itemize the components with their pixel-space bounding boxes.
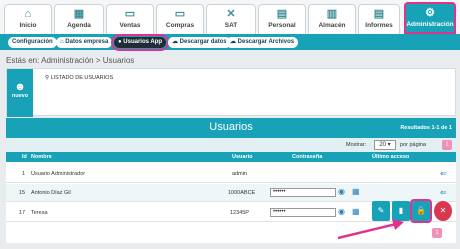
row-id: 17: [19, 210, 26, 216]
col-usuario[interactable]: Usuario: [232, 154, 252, 160]
tab-almacen[interactable]: ▥ Almacén: [308, 4, 356, 34]
row-user: 12345P: [230, 210, 249, 216]
breadcrumb: Estás en: Administración > Usuarios: [6, 56, 135, 65]
login-arrow-icon[interactable]: ⇐: [440, 169, 447, 178]
configuracion-button[interactable]: Configuración: [8, 37, 57, 48]
results-count: Resultados 1-1 de 1: [400, 125, 452, 131]
descargar-datos-button[interactable]: ☁ Descargar datos: [168, 37, 231, 48]
trash-icon: ▮: [398, 206, 404, 215]
cloud-icon: ☁: [230, 39, 238, 45]
edit-icon: ✎: [377, 206, 385, 215]
cash-icon: ▭: [124, 8, 136, 20]
delete-button[interactable]: ▮: [392, 201, 410, 221]
action-panel: ☻ nuevo ⚲ LISTADO DE USUARIOS: [6, 68, 456, 117]
row-name: Antonio Díaz Gil: [31, 190, 71, 196]
table-title: Usuarios: [209, 121, 253, 133]
datos-empresa-button[interactable]: ⌂ Datos empresa: [56, 37, 113, 48]
row-user: 1000ABCE: [228, 190, 256, 196]
close-button[interactable]: ✕: [434, 201, 452, 221]
password-field[interactable]: ••••••: [270, 208, 336, 217]
tab-ventas[interactable]: ▭ Ventas: [106, 4, 154, 34]
tools-icon: ✕: [226, 8, 236, 20]
descargar-archivos-button[interactable]: ☁ Descargar Archivos: [226, 37, 299, 48]
per-page-label: por página: [400, 142, 426, 148]
row-name: Usuario Administrador: [31, 171, 86, 177]
chart-icon: ▤: [373, 8, 385, 20]
eye-icon[interactable]: ◉: [338, 187, 345, 196]
tab-sat[interactable]: ✕ SAT: [206, 4, 256, 34]
calendar-icon[interactable]: ▦: [352, 207, 360, 216]
row-id: 15: [19, 190, 26, 196]
pagination-bar: Mostrar: 20 ▾ por página 1: [6, 138, 456, 152]
lock-icon: 🔒: [416, 206, 426, 215]
login-arrow-icon[interactable]: ⇐: [440, 188, 447, 197]
show-label: Mostrar:: [346, 142, 367, 148]
tab-agenda[interactable]: ▦ Agenda: [54, 4, 104, 34]
tab-informes[interactable]: ▤ Informes: [358, 4, 400, 34]
eye-icon[interactable]: ◉: [338, 207, 345, 216]
tab-compras[interactable]: ▭ Compras: [156, 4, 204, 34]
row-user: admin: [232, 171, 247, 177]
new-user-button[interactable]: ☻ nuevo: [7, 69, 33, 117]
list-users-link[interactable]: ⚲ LISTADO DE USUARIOS: [45, 75, 113, 81]
table-row[interactable]: 1 Usuario Administrador admin ⇐: [6, 165, 456, 183]
table-title-bar: Usuarios Resultados 1-1 de 1: [6, 118, 456, 138]
home-icon: ⌂: [24, 8, 32, 20]
tab-administracion[interactable]: ⚙ Administración: [404, 2, 456, 34]
users-table: Usuarios Resultados 1-1 de 1 Mostrar: 20…: [6, 118, 456, 243]
password-field[interactable]: ••••••: [270, 188, 336, 197]
col-ultimo-acceso[interactable]: Último acceso: [372, 154, 409, 160]
gears-icon: ⚙: [425, 7, 435, 19]
sub-toolbar: Configuración ⌂ Datos empresa ● Usuarios…: [0, 34, 460, 51]
cloud-icon: ☁: [172, 39, 180, 45]
col-id[interactable]: Id: [22, 154, 27, 160]
table-row[interactable]: 17 Teresa 12345P •••••• ◉ ▦ ✎ ▮ 🔒 ✕: [6, 199, 456, 223]
lock-button[interactable]: 🔒: [410, 199, 432, 223]
row-id: 1: [22, 171, 26, 177]
add-user-icon: ☻: [14, 81, 26, 93]
calendar-icon[interactable]: ▦: [352, 187, 360, 196]
person-card-icon: ▤: [276, 8, 288, 20]
calendar-icon: ▦: [73, 8, 85, 20]
cash-minus-icon: ▭: [174, 8, 186, 20]
row-name: Teresa: [31, 210, 48, 216]
edit-button[interactable]: ✎: [372, 201, 390, 221]
main-nav: ⌂ Inicio ▦ Agenda ▭ Ventas ▭ Compras ✕ S…: [0, 0, 460, 36]
page-button[interactable]: 1: [442, 140, 452, 150]
page-button-bottom[interactable]: 1: [432, 228, 442, 238]
col-contrasena[interactable]: Contraseña: [292, 154, 322, 160]
usuarios-app-button[interactable]: ● Usuarios App: [110, 34, 170, 51]
tab-inicio[interactable]: ⌂ Inicio: [4, 4, 52, 34]
page-size-select[interactable]: 20 ▾: [374, 140, 396, 150]
tab-personal[interactable]: ▤ Personal: [258, 4, 306, 34]
warehouse-icon: ▥: [326, 8, 338, 20]
close-icon: ✕: [439, 206, 447, 215]
col-nombre[interactable]: Nombre: [31, 154, 52, 160]
column-headers: Id Nombre Usuario Contraseña Último acce…: [6, 152, 456, 162]
table-row[interactable]: 15 Antonio Díaz Gil 1000ABCE •••••• ◉ ▦ …: [6, 184, 456, 202]
